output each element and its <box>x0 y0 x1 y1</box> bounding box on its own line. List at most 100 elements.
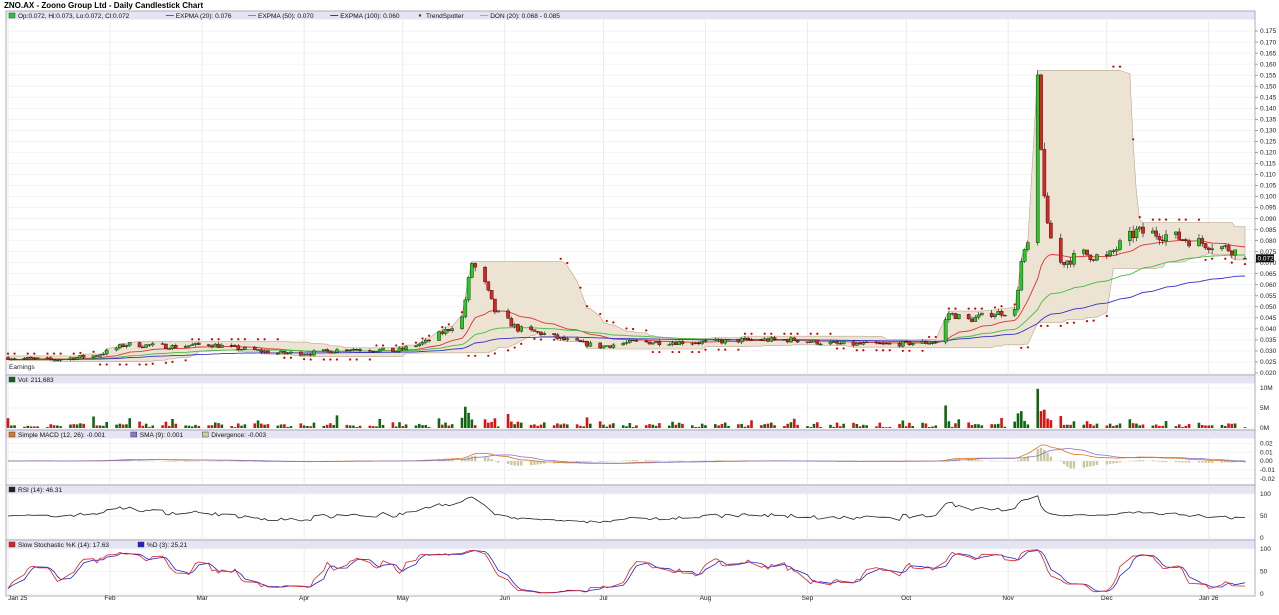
macd-divergence-bar <box>589 461 592 462</box>
macd-divergence-bar <box>977 460 980 462</box>
x-tick-label: May <box>397 595 410 602</box>
candle <box>700 340 704 344</box>
candle <box>167 348 172 350</box>
macd-tick-label: 0.01 <box>1260 449 1273 456</box>
legend-item-price-2: EXPMA (50): 0.070 <box>248 13 314 20</box>
volume-bar <box>950 426 954 428</box>
macd-tick-label: 0.00 <box>1260 458 1273 465</box>
candle <box>345 349 349 352</box>
trendspotter-dot <box>395 344 398 347</box>
volume-bar <box>697 426 701 428</box>
price-tick-label: 0.020 <box>1260 370 1277 377</box>
price-tick-label: 0.145 <box>1260 94 1277 101</box>
candle <box>137 342 142 348</box>
macd-divergence-bar <box>677 460 681 462</box>
candle <box>1062 262 1066 265</box>
trendspotter-dot <box>579 286 582 289</box>
trendspotter-dot <box>599 312 602 316</box>
x-tick-label: Dec <box>1101 595 1113 602</box>
volume-bar <box>276 425 280 428</box>
candle <box>874 341 879 344</box>
legend-item-price-1: EXPMA (20): 0.076 <box>165 13 232 20</box>
legend-item-macd-0: Simple MACD (12, 26): -0.001 <box>8 431 105 439</box>
legend-label: EXPMA (20): 0.076 <box>176 13 232 20</box>
candle <box>358 349 362 351</box>
macd-divergence-bar <box>1161 461 1164 463</box>
trendspotter-dot <box>46 352 49 355</box>
candle <box>789 337 793 343</box>
price-tick-label: 0.110 <box>1260 172 1276 179</box>
trendspotter-dot <box>717 348 720 351</box>
volume-bar <box>700 423 704 428</box>
macd-divergence-bar <box>171 461 174 462</box>
trendspotter-dot <box>460 311 464 314</box>
macd-tick-label: 0.02 <box>1260 441 1273 448</box>
volume-bar <box>556 423 559 428</box>
trendspotter-dot <box>349 358 352 361</box>
trendspotter-dot <box>441 326 444 329</box>
candle <box>1210 248 1214 251</box>
trendspotter-dot <box>770 332 773 335</box>
trendspotter-dot <box>138 363 141 366</box>
trendspotter-dot <box>59 352 62 355</box>
volume-bar <box>424 424 428 428</box>
volume-tick-label: 10M <box>1260 385 1273 392</box>
candle <box>25 357 30 359</box>
trendspotter-dot <box>520 342 523 345</box>
volume-bar <box>674 424 678 428</box>
candle <box>1200 238 1205 244</box>
volume-bar <box>184 425 187 428</box>
volume-bar <box>635 425 638 428</box>
volume-bar <box>973 424 977 428</box>
candle <box>1230 250 1234 256</box>
candle <box>1012 309 1017 316</box>
macd-divergence-bar <box>697 460 701 462</box>
volume-bar <box>33 426 36 428</box>
volume-bar <box>1066 424 1069 428</box>
macd-divergence-bar <box>1069 461 1072 469</box>
candle <box>259 349 264 353</box>
volume-bar <box>862 424 865 428</box>
volume-bar <box>128 418 132 428</box>
volume-bar <box>358 425 362 428</box>
trendspotter-dot <box>375 344 378 347</box>
candle <box>841 341 846 345</box>
volume-bar <box>125 424 128 428</box>
volume-bar <box>82 423 85 428</box>
volume-bar <box>9 425 13 428</box>
macd-divergence-bar <box>1174 461 1178 463</box>
trendspotter-dot <box>1020 346 1023 349</box>
x-tick-label: Oct <box>901 595 911 602</box>
candle <box>183 346 188 348</box>
candle <box>1108 250 1112 257</box>
trendspotter-dot <box>533 337 536 340</box>
trendspotter-dot <box>1197 218 1201 221</box>
candle <box>1068 260 1073 265</box>
trendspotter-dot <box>191 338 194 341</box>
candle <box>585 341 589 347</box>
candle <box>1141 226 1145 234</box>
candle <box>578 339 583 342</box>
volume-bar <box>970 424 974 428</box>
legend-swatch <box>130 431 138 438</box>
candle <box>440 331 445 334</box>
legend-label: Divergence: -0.003 <box>211 432 266 439</box>
trendspotter-dot <box>645 329 648 332</box>
price-tick-label: 0.170 <box>1260 39 1277 46</box>
volume-bar <box>809 426 813 428</box>
volume-bar <box>648 424 651 428</box>
volume-bar <box>927 427 931 428</box>
trendspotter-dot <box>1184 218 1187 221</box>
trendspotter-dot <box>6 352 10 355</box>
candle <box>920 341 925 344</box>
volume-bar <box>589 423 592 428</box>
price-tick-label: 0.115 <box>1260 161 1276 168</box>
volume-bar <box>806 426 809 428</box>
price-tick-label: 0.065 <box>1260 271 1277 278</box>
trendspotter-dot <box>355 358 358 361</box>
trendspotter-dot <box>1046 324 1049 327</box>
volume-bar <box>207 425 210 428</box>
macd-divergence-bar <box>1082 461 1085 468</box>
macd-divergence-bar <box>490 459 493 462</box>
price-tick-label: 0.080 <box>1260 238 1277 245</box>
